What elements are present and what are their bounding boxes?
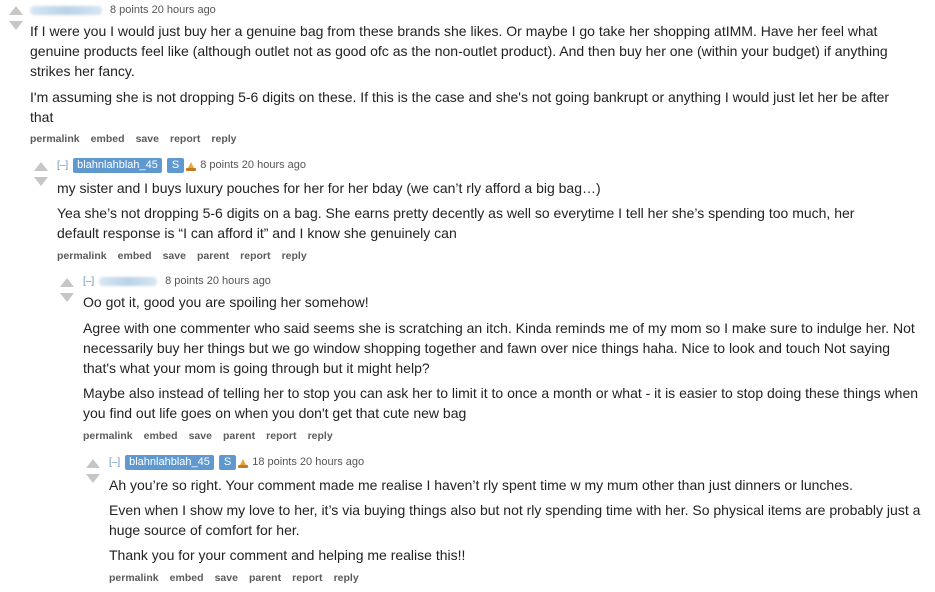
save-button[interactable]: save — [136, 133, 159, 145]
score-time: 8 points 20 hours ago — [165, 275, 271, 287]
permalink-button[interactable]: permalink — [57, 250, 107, 262]
comment-paragraph: Ah you’re so right. Your comment made me… — [109, 477, 853, 493]
downvote-arrow-icon[interactable] — [34, 177, 48, 186]
parent-button[interactable]: parent — [249, 572, 281, 584]
comment-2: [–] blahnlahblah_45 S 8 points 20 hours … — [0, 150, 935, 270]
flair-icon — [185, 160, 197, 171]
redacted-username — [30, 5, 102, 15]
collapse-toggle[interactable]: [–] — [83, 276, 94, 287]
comment-paragraph: I'm assuming she is not dropping 5-6 dig… — [30, 89, 890, 125]
downvote-arrow-icon[interactable] — [86, 474, 100, 483]
comment-tagline: [–] blahnlahblah_45 S 8 points 20 hours … — [57, 157, 306, 173]
submitter-badge: S — [218, 454, 237, 470]
reply-button[interactable]: reply — [334, 572, 359, 584]
submitter-badge: S — [166, 157, 185, 173]
upvote-arrow-icon[interactable] — [86, 459, 100, 468]
comment-paragraph: Agree with one commenter who said seems … — [83, 320, 915, 376]
author-link[interactable]: blahnlahblah_45 — [125, 454, 214, 470]
embed-button[interactable]: embed — [170, 572, 204, 584]
downvote-arrow-icon[interactable] — [60, 293, 74, 302]
embed-button[interactable]: embed — [144, 430, 178, 442]
author-link[interactable]: blahnlahblah_45 — [73, 157, 162, 173]
comment-paragraph: Maybe also instead of telling her to sto… — [83, 385, 919, 421]
save-button[interactable]: save — [215, 572, 238, 584]
comment-tagline: [–] 8 points 20 hours ago — [83, 273, 271, 289]
collapse-toggle[interactable]: [–] — [109, 457, 120, 468]
comment-3: [–] 8 points 20 hours ago Oo got it, goo… — [0, 270, 935, 450]
comment-paragraph: my sister and I buys luxury pouches for … — [57, 180, 601, 196]
comment-paragraph: Even when I show my love to her, it’s vi… — [109, 502, 921, 538]
comment-buttons: permalink embed save report reply — [30, 133, 245, 145]
parent-button[interactable]: parent — [197, 250, 229, 262]
embed-button[interactable]: embed — [91, 133, 125, 145]
comment-buttons: permalink embed save parent report reply — [109, 572, 367, 584]
score-time: 8 points 20 hours ago — [110, 4, 216, 16]
save-button[interactable]: save — [163, 250, 186, 262]
embed-button[interactable]: embed — [118, 250, 152, 262]
reply-button[interactable]: reply — [308, 430, 333, 442]
permalink-button[interactable]: permalink — [109, 572, 159, 584]
upvote-arrow-icon[interactable] — [9, 6, 23, 15]
flair-icon — [237, 457, 249, 468]
score-time: 8 points 20 hours ago — [200, 159, 307, 171]
reply-button[interactable]: reply — [282, 250, 307, 262]
comment-tagline: 8 points 20 hours ago — [30, 2, 216, 18]
parent-button[interactable]: parent — [223, 430, 255, 442]
upvote-arrow-icon[interactable] — [60, 278, 74, 287]
reply-button[interactable]: reply — [211, 133, 236, 145]
report-button[interactable]: report — [240, 250, 270, 262]
comment-paragraph: Oo got it, good you are spoiling her som… — [83, 294, 369, 310]
permalink-button[interactable]: permalink — [83, 430, 133, 442]
comment-paragraph: If I were you I would just buy her a gen… — [30, 23, 888, 79]
comment-paragraph: Yea she’s not dropping 5-6 digits on a b… — [57, 205, 855, 241]
comment-buttons: permalink embed save parent report reply — [83, 430, 341, 442]
upvote-arrow-icon[interactable] — [34, 162, 48, 171]
comment-4: [–] blahnlahblah_45 S 18 points 20 hours… — [0, 450, 935, 592]
report-button[interactable]: report — [292, 572, 322, 584]
redacted-username — [99, 276, 158, 286]
comment-tagline: [–] blahnlahblah_45 S 18 points 20 hours… — [109, 454, 364, 470]
report-button[interactable]: report — [170, 133, 200, 145]
comment-paragraph: Thank you for your comment and helping m… — [109, 547, 466, 563]
comment-1: 8 points 20 hours ago If I were you I wo… — [0, 0, 935, 150]
collapse-toggle[interactable]: [–] — [57, 160, 68, 171]
save-button[interactable]: save — [189, 430, 212, 442]
comment-buttons: permalink embed save parent report reply — [57, 250, 315, 262]
score-time: 18 points 20 hours ago — [252, 456, 365, 468]
downvote-arrow-icon[interactable] — [9, 21, 23, 30]
permalink-button[interactable]: permalink — [30, 133, 80, 145]
report-button[interactable]: report — [266, 430, 296, 442]
